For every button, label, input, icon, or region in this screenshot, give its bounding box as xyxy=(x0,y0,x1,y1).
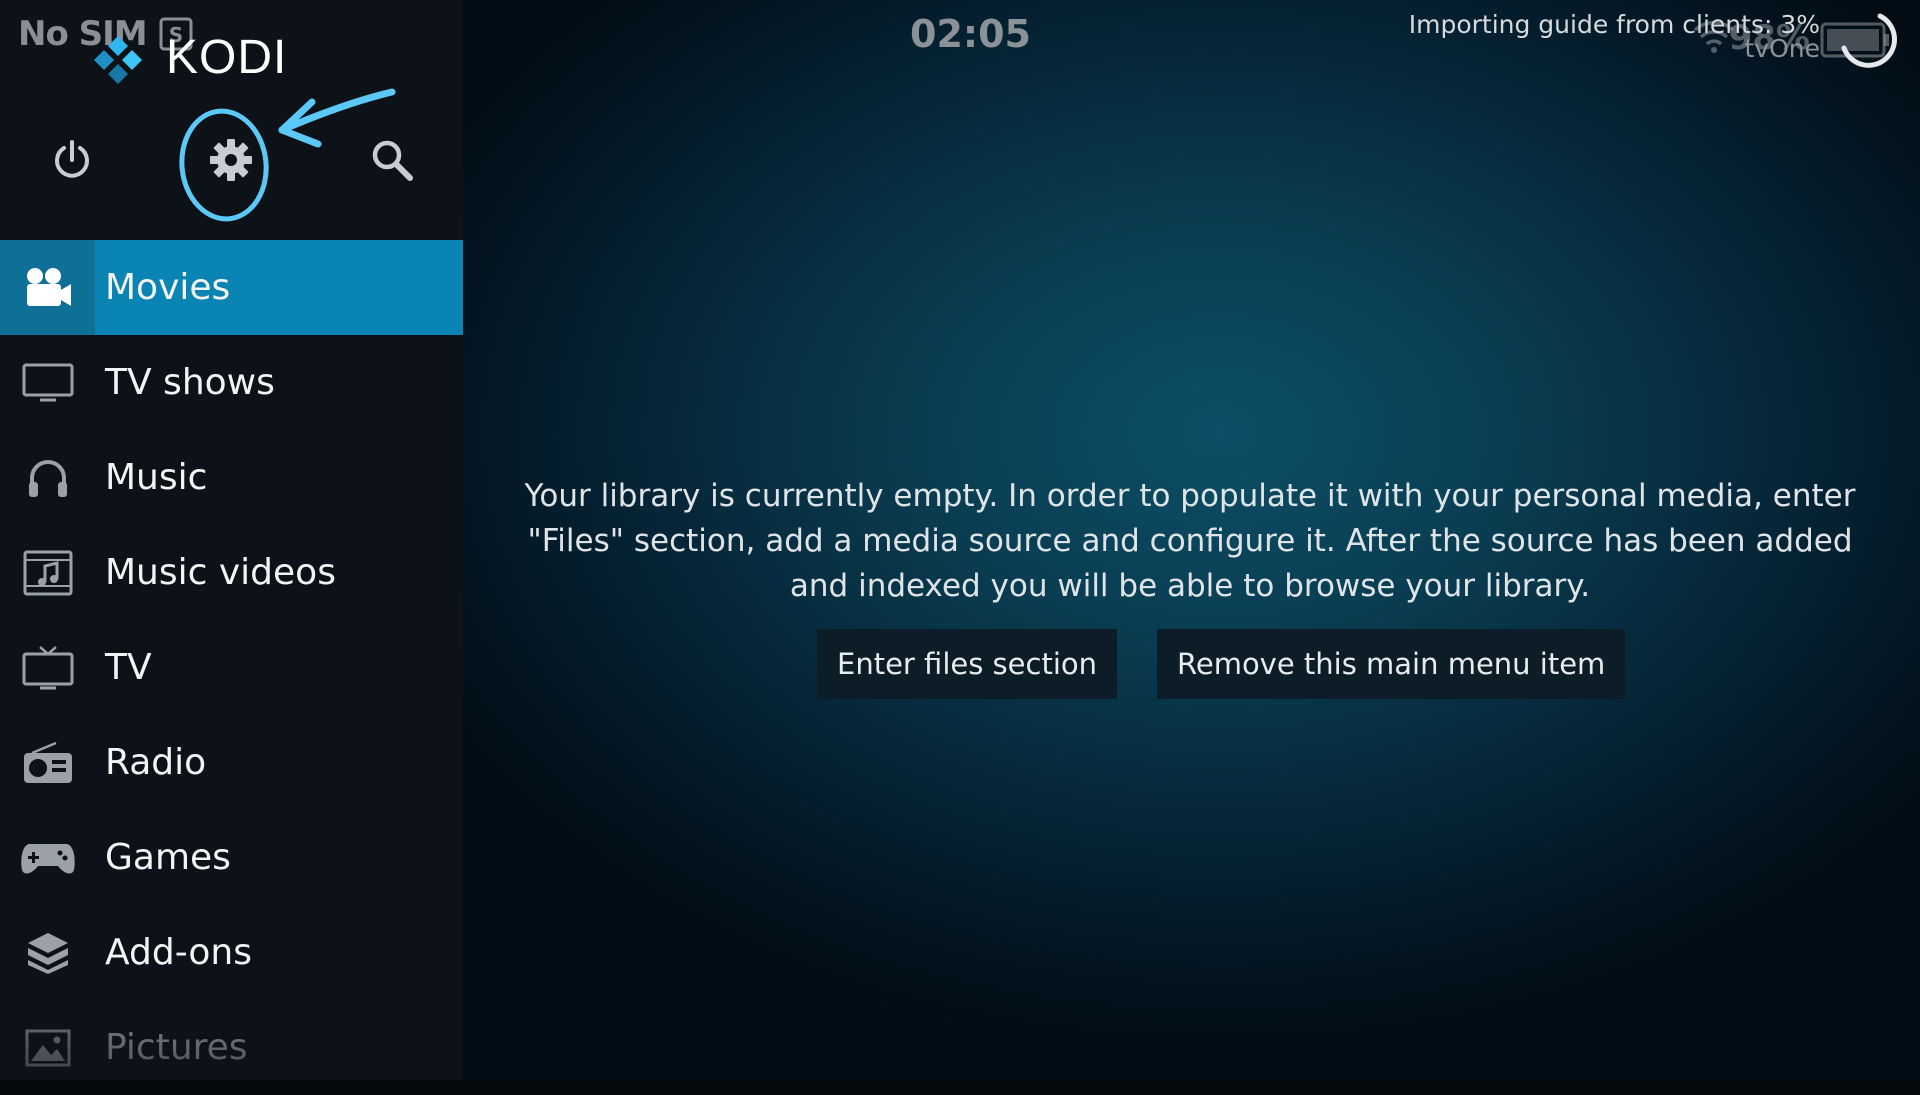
sidebar: No SIM S KODI Movies TV shows Music Musi… xyxy=(0,0,463,1080)
sidebar-item-label: TV shows xyxy=(105,362,275,403)
headphones-icon xyxy=(28,459,67,497)
sidebar-item-label: Music xyxy=(105,457,208,498)
enter-files-section-button[interactable]: Enter files section xyxy=(817,629,1117,699)
icon-cell xyxy=(0,430,95,525)
sidebar-item-addons[interactable]: Add-ons xyxy=(0,905,463,1000)
picture-icon xyxy=(25,1029,70,1066)
sidebar-item-label: Music videos xyxy=(105,552,336,593)
kodi-wordmark: KODI xyxy=(166,31,288,84)
remove-menu-item-button[interactable]: Remove this main menu item xyxy=(1157,629,1626,699)
radio-icon xyxy=(23,741,72,783)
sidebar-item-label: Pictures xyxy=(105,1027,248,1068)
kodi-logo-icon xyxy=(94,36,142,84)
channel-name: tvOne xyxy=(1744,34,1820,63)
sidebar-item-pictures[interactable]: Pictures xyxy=(0,1000,463,1095)
icon-cell xyxy=(0,525,95,620)
icon-cell xyxy=(0,620,95,715)
icon-cell xyxy=(0,335,95,430)
icon-cell xyxy=(0,1000,95,1095)
addons-box-icon xyxy=(27,932,68,974)
sidebar-item-music-videos[interactable]: Music videos xyxy=(0,525,463,620)
sidebar-item-label: Movies xyxy=(105,267,231,308)
empty-library-message: Your library is currently empty. In orde… xyxy=(524,478,1856,604)
music-video-icon xyxy=(23,550,72,595)
icon-cell xyxy=(0,810,95,905)
busy-spinner-icon xyxy=(1820,13,1897,68)
icon-cell xyxy=(0,905,95,1000)
tv-icon xyxy=(22,645,73,689)
sidebar-item-tv[interactable]: TV xyxy=(0,620,463,715)
clock: 02:05 xyxy=(910,12,1031,56)
sidebar-item-label: TV xyxy=(105,647,152,688)
power-button[interactable] xyxy=(42,130,102,190)
gamepad-icon xyxy=(20,843,75,873)
power-icon xyxy=(55,140,89,178)
sidebar-item-label: Add-ons xyxy=(105,932,252,973)
main-menu: Movies TV shows Music Music videos TV Ra… xyxy=(0,240,463,1095)
movie-camera-icon xyxy=(26,267,71,306)
monitor-icon xyxy=(22,363,73,401)
sidebar-item-tv-shows[interactable]: TV shows xyxy=(0,335,463,430)
icon-cell xyxy=(0,715,95,810)
sidebar-item-games[interactable]: Games xyxy=(0,810,463,905)
sidebar-item-radio[interactable]: Radio xyxy=(0,715,463,810)
sidebar-item-movies[interactable]: Movies xyxy=(0,240,463,335)
sidebar-item-label: Games xyxy=(105,837,231,878)
sidebar-item-label: Radio xyxy=(105,742,207,783)
action-buttons: Enter files section Remove this main men… xyxy=(817,629,1626,699)
annotation-circle-arrow xyxy=(179,88,396,222)
sidebar-item-music[interactable]: Music xyxy=(0,430,463,525)
icon-cell xyxy=(0,240,95,335)
